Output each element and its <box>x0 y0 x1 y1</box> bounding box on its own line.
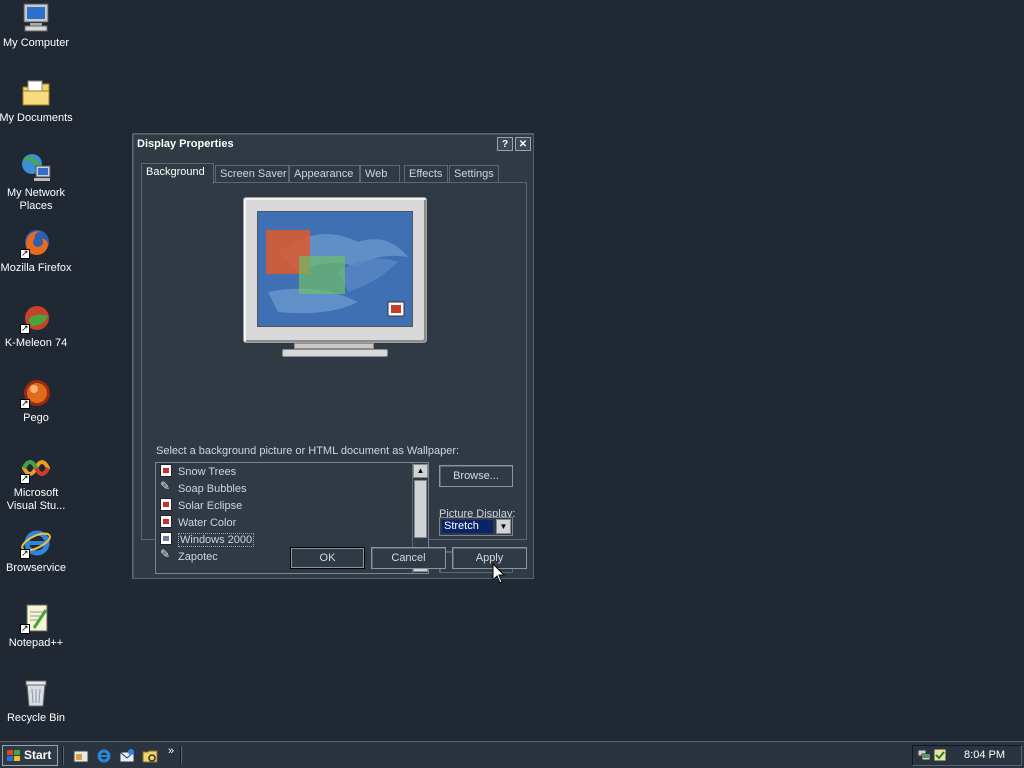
network-places-icon <box>20 152 52 184</box>
picture-display-select[interactable]: Stretch ▼ <box>439 517 513 536</box>
notification-tray-icon[interactable] <box>933 748 947 762</box>
taskbar: Start » 8:04 PM <box>0 741 1024 768</box>
desktop-icon-label: Pego <box>23 412 49 424</box>
dialog-titlebar[interactable]: Display Properties ? ✕ <box>134 135 532 155</box>
picture-display-value: Stretch <box>442 520 493 533</box>
desktop-icon-browservice[interactable]: Browservice <box>0 527 74 575</box>
desktop-icon-my-documents[interactable]: My Documents <box>0 77 74 125</box>
list-item-label: Water Color <box>178 517 237 529</box>
show-desktop-icon[interactable] <box>73 748 89 764</box>
paint-file-icon <box>160 546 172 562</box>
shortcut-arrow-icon <box>20 247 30 260</box>
cancel-button[interactable]: Cancel <box>371 547 446 569</box>
start-label: Start <box>24 748 52 762</box>
desktop-icon-label: My Computer <box>2 37 70 49</box>
desktop-icon-my-computer[interactable]: My Computer <box>0 2 74 50</box>
tab-effects[interactable]: Effects <box>404 165 448 183</box>
display-properties-dialog: Display Properties ? ✕ Background Screen… <box>132 133 534 579</box>
desktop-icon-k-meleon[interactable]: K-Meleon 74 <box>0 302 74 350</box>
close-button[interactable]: ✕ <box>515 137 531 151</box>
html-file-icon <box>160 515 172 528</box>
html-file-icon <box>160 498 172 511</box>
shortcut-arrow-icon <box>20 397 30 410</box>
shortcut-arrow-icon <box>20 322 30 335</box>
notepad-plus-plus-icon <box>20 602 52 635</box>
my-documents-folder-icon <box>20 77 52 109</box>
list-item-label: Zapotec <box>178 551 218 563</box>
desktop-icon-pego[interactable]: Pego <box>0 377 74 425</box>
visual-studio-icon <box>20 452 52 485</box>
browse-button[interactable]: Browse... <box>439 465 513 487</box>
firefox-icon <box>20 227 52 260</box>
system-tray: 8:04 PM <box>912 745 1022 766</box>
desktop-icon-my-network-places[interactable]: My Network Places <box>0 152 74 213</box>
apply-button[interactable]: Apply <box>452 547 527 569</box>
list-item-selected[interactable]: Windows 2000 <box>160 532 255 548</box>
taskbar-separator <box>62 746 64 765</box>
desktop-icon-label: Notepad++ <box>8 637 64 649</box>
scrollbar-thumb[interactable] <box>414 480 427 538</box>
tab-screen-saver[interactable]: Screen Saver <box>215 165 289 183</box>
bitmap-file-icon <box>160 532 172 545</box>
shortcut-arrow-icon <box>20 547 30 560</box>
wallpaper-prompt-label: Select a background picture or HTML docu… <box>156 445 460 457</box>
shortcut-arrow-icon <box>20 472 30 485</box>
wallpaper-preview-screen <box>257 211 413 327</box>
desktop-icon-label: K-Meleon 74 <box>4 337 68 349</box>
list-item-label: Snow Trees <box>178 466 237 478</box>
desktop-icon-notepad-plus-plus[interactable]: Notepad++ <box>0 602 74 650</box>
list-item-label: Solar Eclipse <box>178 500 243 512</box>
list-item[interactable]: Snow Trees <box>160 464 236 480</box>
list-item-label: Soap Bubbles <box>178 483 247 495</box>
dialog-title: Display Properties <box>137 138 234 150</box>
list-item[interactable]: Water Color <box>160 515 236 531</box>
wallpaper-preview-monitor <box>243 197 427 343</box>
desktop-icon-visual-studio[interactable]: Microsoft Visual Stu... <box>0 452 74 513</box>
desktop-icon-label: Mozilla Firefox <box>0 262 72 274</box>
list-item-label: Windows 2000 <box>178 533 255 547</box>
tab-background[interactable]: Background <box>141 163 214 184</box>
k-meleon-icon <box>20 302 52 335</box>
desktop-icon-label: Recycle Bin <box>6 712 66 724</box>
desktop-icon-label: Browservice <box>6 562 66 574</box>
windows-flag-icon <box>7 750 20 761</box>
html-file-icon <box>160 464 172 477</box>
outlook-express-icon[interactable] <box>119 748 135 764</box>
clock[interactable]: 8:04 PM <box>964 749 1005 761</box>
desktop-icon-label: My Documents <box>0 112 73 124</box>
list-item[interactable]: Zapotec <box>160 546 218 565</box>
ok-button[interactable]: OK <box>290 547 365 569</box>
my-computer-icon <box>20 2 52 34</box>
start-button[interactable]: Start <box>2 745 58 766</box>
shortcut-arrow-icon <box>20 622 30 635</box>
desktop-icon-recycle-bin[interactable]: Recycle Bin <box>0 677 74 725</box>
paint-file-icon <box>160 478 172 494</box>
tab-web[interactable]: Web <box>360 165 400 183</box>
mouse-pointer-icon <box>492 563 506 584</box>
desktop-icon-mozilla-firefox[interactable]: Mozilla Firefox <box>0 227 74 275</box>
recycle-bin-icon <box>20 677 52 709</box>
internet-explorer-icon <box>20 527 52 560</box>
tab-appearance[interactable]: Appearance <box>289 165 360 183</box>
background-tab-panel: Select a background picture or HTML docu… <box>141 182 527 574</box>
desktop-icon-label: My Network Places <box>6 187 66 212</box>
pego-icon <box>20 377 52 410</box>
tab-settings[interactable]: Settings <box>449 165 499 183</box>
quick-launch-chevron[interactable]: » <box>168 745 174 757</box>
explorer-icon[interactable] <box>142 748 158 764</box>
taskbar-separator <box>180 746 182 765</box>
list-item[interactable]: Solar Eclipse <box>160 498 242 514</box>
network-tray-icon[interactable] <box>917 748 931 762</box>
help-button[interactable]: ? <box>497 137 513 151</box>
desktop-icon-label: Microsoft Visual Stu... <box>6 487 66 512</box>
chevron-down-icon[interactable]: ▼ <box>496 519 511 534</box>
scroll-up-arrow-icon[interactable]: ▲ <box>413 464 428 478</box>
internet-explorer-icon[interactable] <box>96 748 112 764</box>
list-item[interactable]: Soap Bubbles <box>160 478 247 497</box>
monitor-stand-base <box>282 349 388 357</box>
